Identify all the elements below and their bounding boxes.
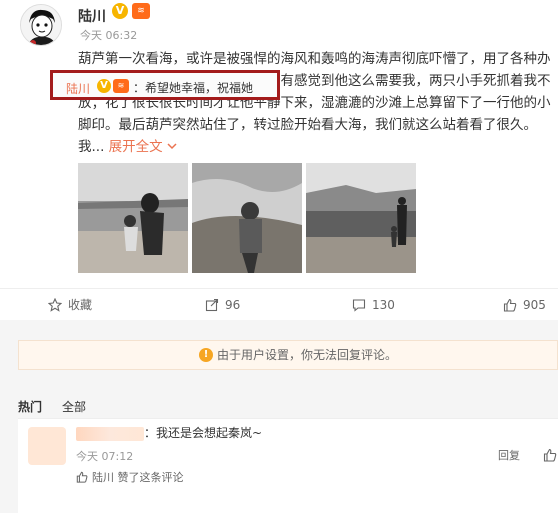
comment-icon bbox=[352, 299, 366, 312]
author-name[interactable]: 陆川 bbox=[78, 6, 106, 26]
thumbs-up-icon bbox=[503, 298, 517, 312]
beach-photo-3[interactable] bbox=[306, 163, 416, 273]
star-icon bbox=[47, 297, 63, 312]
commenter-avatar[interactable] bbox=[28, 427, 66, 465]
chevron-down-icon[interactable] bbox=[167, 141, 177, 151]
post-ellipsis: 我... bbox=[78, 139, 105, 155]
beach-photo-1[interactable] bbox=[78, 163, 188, 273]
reply-disabled-notice: ! 由于用户设置，你无法回复评论。 bbox=[18, 340, 558, 370]
member-level-icon: ≋ bbox=[113, 79, 129, 93]
tab-all[interactable]: 全部 bbox=[62, 398, 86, 415]
reply-author-name[interactable]: 陆川 bbox=[66, 80, 90, 97]
favorite-button[interactable]: 收藏 bbox=[47, 295, 92, 315]
reply-button[interactable]: 回复 bbox=[498, 447, 520, 463]
post-action-bar: 收藏 96 130 905 bbox=[0, 288, 558, 320]
beach-photo-2[interactable] bbox=[192, 163, 302, 273]
repost-icon bbox=[205, 298, 219, 312]
repost-button[interactable]: 96 bbox=[205, 295, 240, 315]
comment-like-button[interactable] bbox=[543, 447, 557, 466]
expand-full-text-link[interactable]: 展开全文 bbox=[109, 139, 163, 155]
commenter-name-redacted bbox=[76, 427, 144, 441]
comment-time: 今天 07:12 bbox=[76, 450, 134, 463]
like-button[interactable]: 905 bbox=[503, 295, 546, 315]
weibo-post: 陆川 V ≋ 今天 06:32 葫芦第一次看海，或许是被强悍的海风和轰鸣的海涛声… bbox=[0, 0, 558, 296]
author-liked-note: 陆川 赞了这条评论 bbox=[76, 469, 184, 485]
thumbs-up-icon bbox=[76, 471, 88, 483]
tab-hot[interactable]: 热门 bbox=[18, 398, 42, 415]
verified-badge-icon: V bbox=[97, 79, 111, 93]
comment-button[interactable]: 130 bbox=[352, 295, 395, 315]
warning-icon: ! bbox=[199, 348, 213, 362]
comment-text: ：我还是会想起秦岚~ bbox=[144, 426, 263, 440]
reply-text: ：希望她幸福，祝福她 bbox=[133, 81, 254, 95]
post-time[interactable]: 今天 06:32 bbox=[80, 27, 137, 43]
post-body: 葫芦第一次看海，或许是被强悍的海风和轰鸣的海涛声彻底吓懵了，用了各种办 法才让他… bbox=[78, 48, 558, 158]
thumbs-up-icon bbox=[543, 448, 557, 462]
verified-badge-icon: V bbox=[112, 3, 128, 19]
author-avatar[interactable] bbox=[20, 4, 62, 46]
member-level-icon: ≋ bbox=[132, 3, 150, 19]
comment-item: ：我还是会想起秦岚~ 今天 07:12 陆川 赞了这条评论 回复 bbox=[18, 418, 558, 513]
